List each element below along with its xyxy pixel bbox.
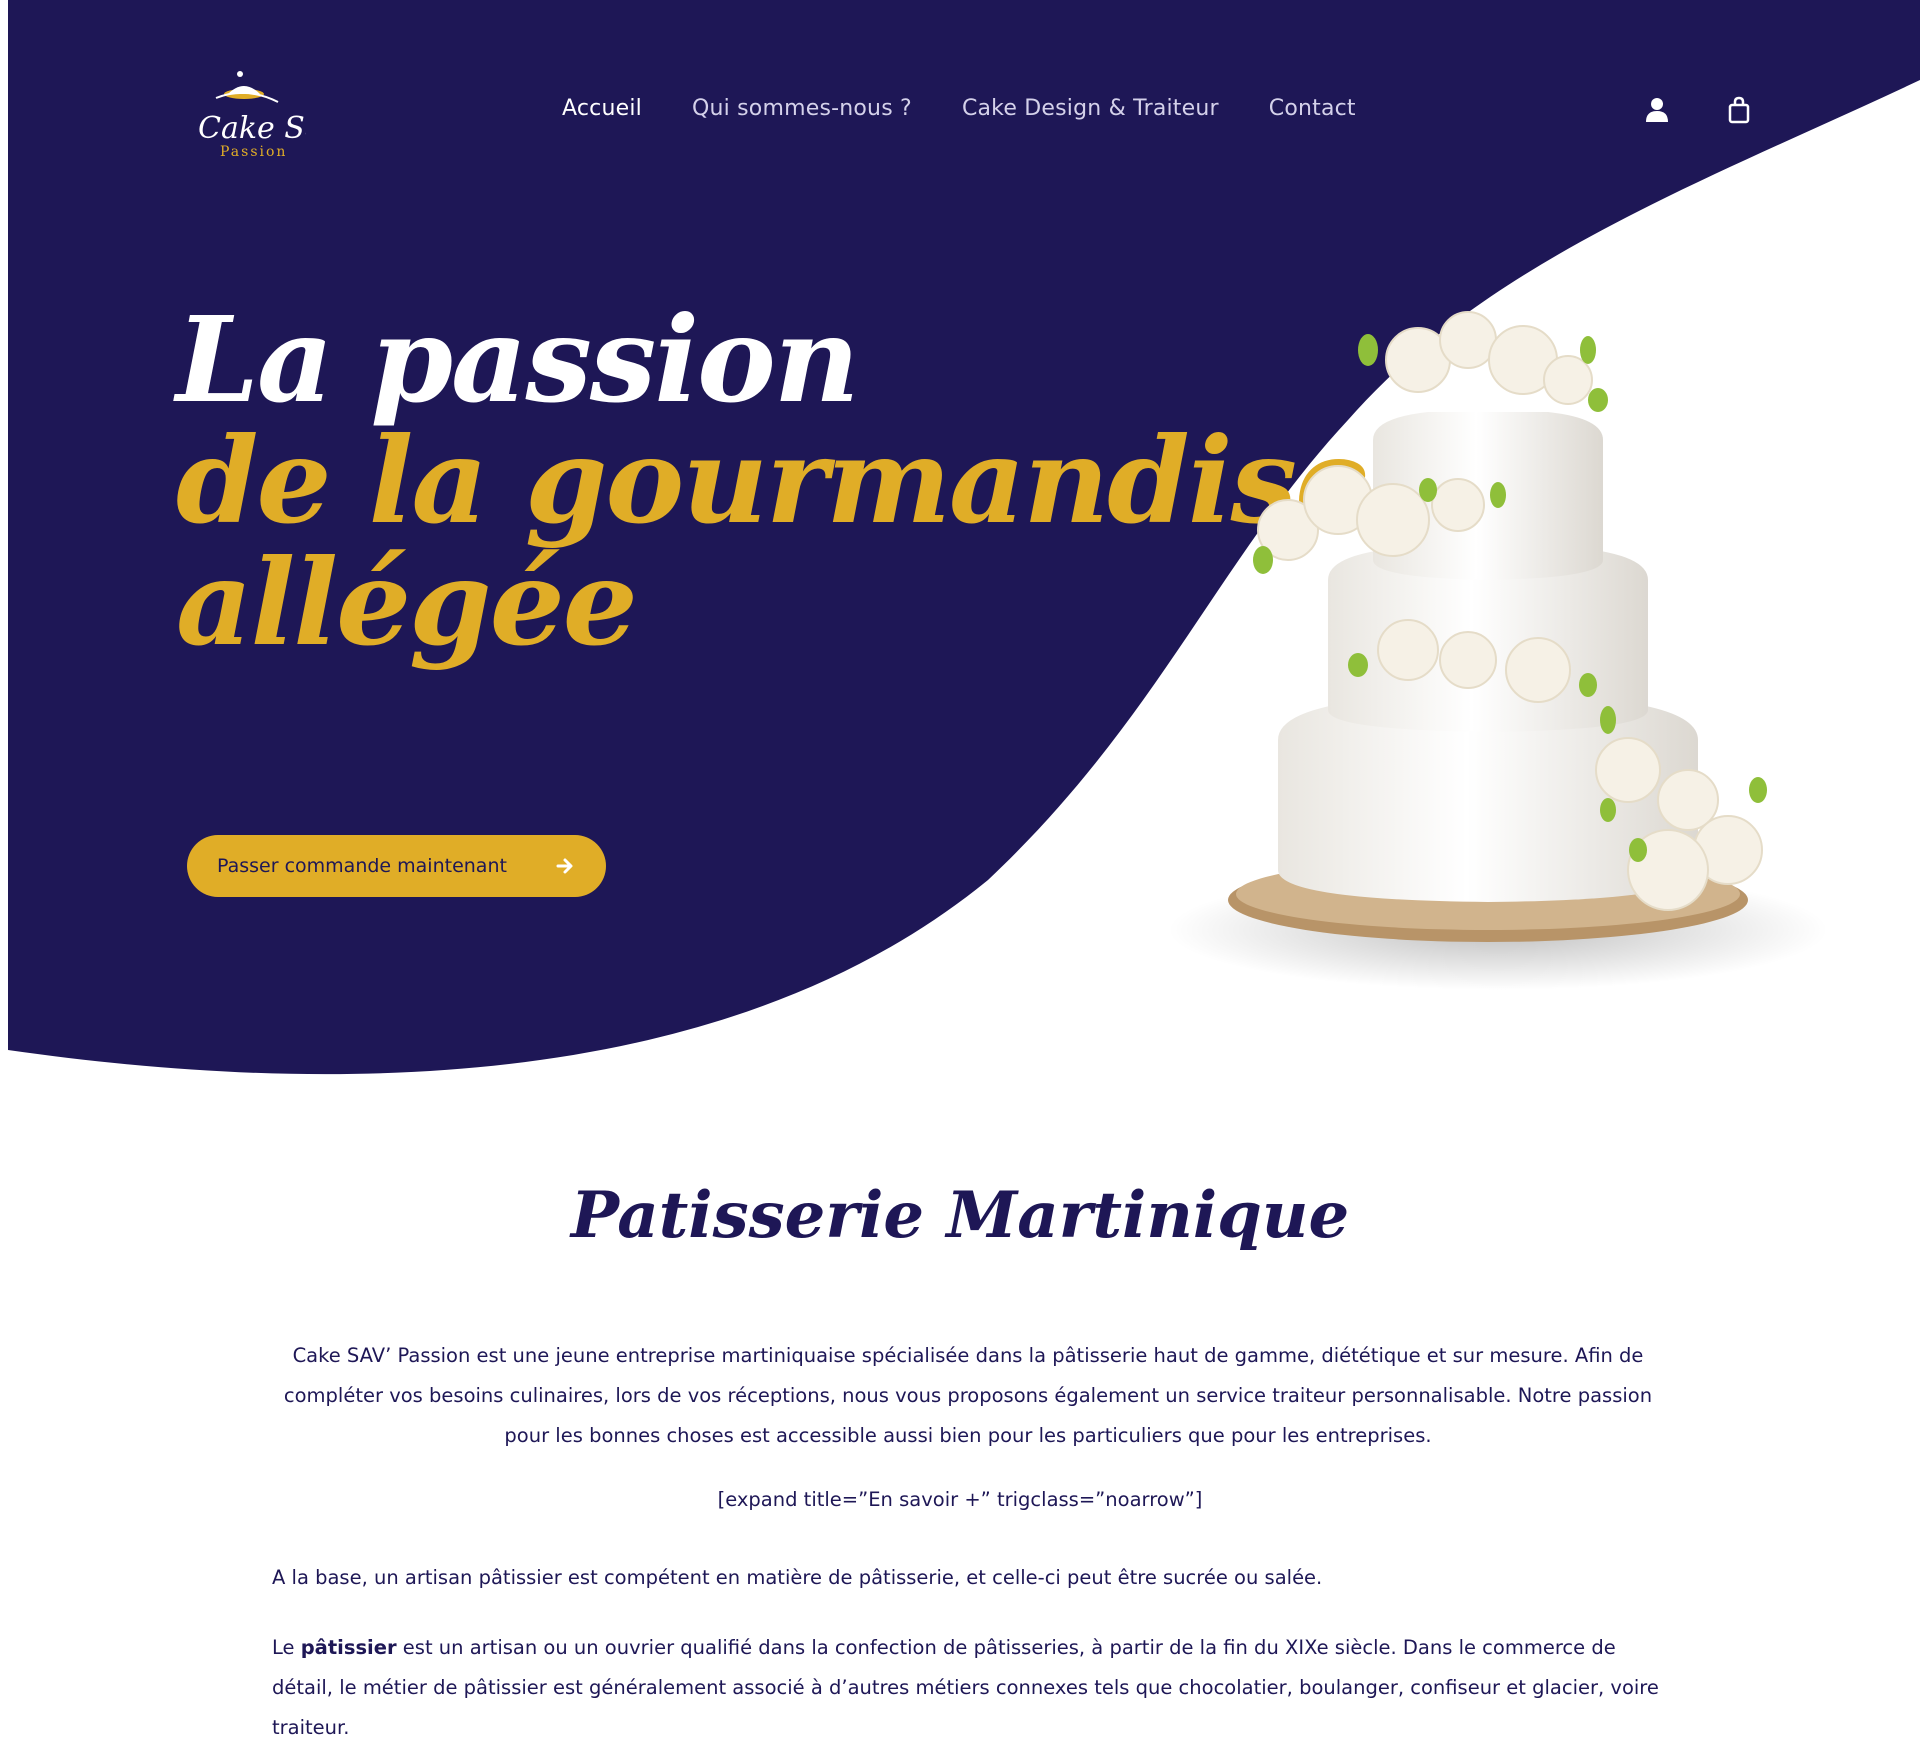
main-nav: Accueil Qui sommes-nous ? Cake Design & … xyxy=(562,96,1356,121)
section-title: Patisserie Martinique xyxy=(570,1178,1350,1253)
header-actions xyxy=(1644,96,1752,124)
nav-item-accueil[interactable]: Accueil xyxy=(562,96,642,121)
user-icon[interactable] xyxy=(1644,96,1670,124)
paragraph-patissier-prefix: Le xyxy=(272,1636,301,1659)
hero-section: Cake Sav' Passion Accueil Qui sommes-nou… xyxy=(8,0,1920,1090)
shopping-bag-icon[interactable] xyxy=(1726,96,1752,124)
logo-text-sub: Passion xyxy=(220,144,287,160)
logo[interactable]: Cake Sav' Passion xyxy=(186,64,348,164)
arrow-right-icon xyxy=(556,858,573,874)
order-now-button[interactable]: Passer commande maintenant xyxy=(187,835,606,897)
nav-item-cake-design-traiteur[interactable]: Cake Design & Traiteur xyxy=(962,96,1219,121)
intro-paragraph: Cake SAV’ Passion est une jeune entrepri… xyxy=(283,1344,1653,1447)
expand-shortcode-text: [expand title=”En savoir +” trigclass=”n… xyxy=(717,1488,1203,1511)
paragraph-patissier-rest: est un artisan ou un ouvrier qualifié da… xyxy=(272,1636,1659,1739)
paragraph-base: A la base, un artisan pâtissier est comp… xyxy=(272,1566,1323,1589)
nav-item-contact[interactable]: Contact xyxy=(1269,96,1356,121)
nav-item-qui-sommes-nous[interactable]: Qui sommes-nous ? xyxy=(692,96,912,121)
wedding-cake-image xyxy=(1168,311,1828,990)
order-now-label: Passer commande maintenant xyxy=(217,855,507,877)
paragraph-patissier-bold: pâtissier xyxy=(300,1636,397,1659)
paragraph-patissier: Le pâtissier est un artisan ou un ouvrie… xyxy=(272,1628,1672,1748)
logo-mark: Cake Sav' Passion xyxy=(198,71,348,160)
logo-text-main: Cake Sav' xyxy=(198,111,306,146)
